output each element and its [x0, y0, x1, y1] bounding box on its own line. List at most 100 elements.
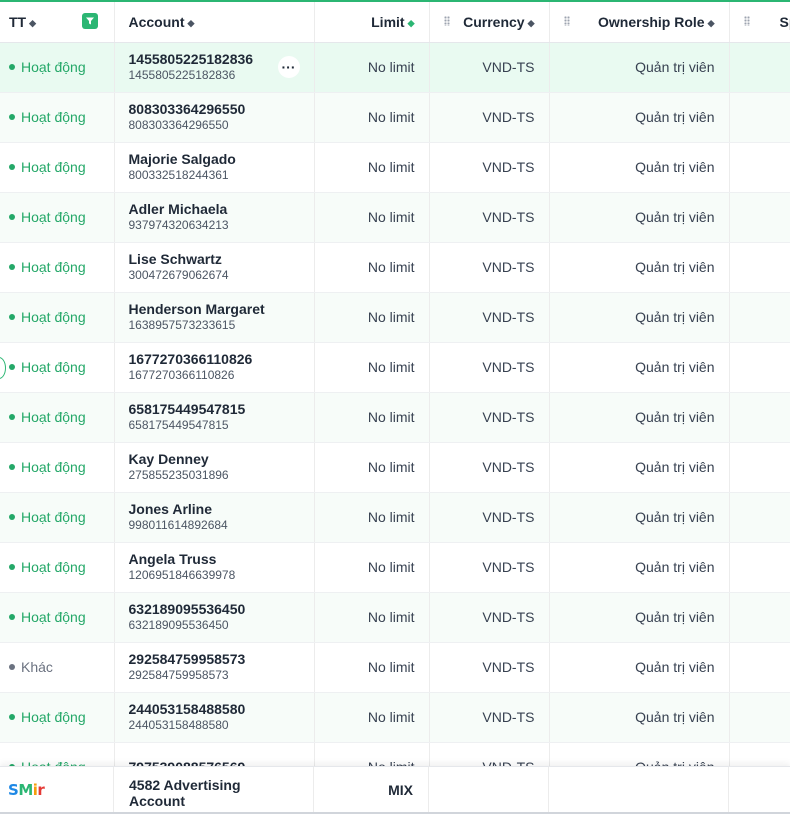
account-cell[interactable]: Angela Truss 1206951846639978	[114, 542, 315, 593]
column-header-limit[interactable]: Limit ◆	[314, 2, 430, 43]
ownership-role-cell: Quản trị viên	[549, 192, 730, 243]
column-header-currency[interactable]: Currency ◆	[429, 2, 550, 43]
account-cell[interactable]: Kay Denney 275855235031896	[114, 442, 315, 493]
sort-icon[interactable]: ◆	[528, 18, 535, 28]
account-cell[interactable]: 244053158488580 244053158488580	[114, 692, 315, 743]
account-cell[interactable]: 632189095536450 632189095536450	[114, 592, 315, 643]
limit-cell: No limit	[314, 142, 430, 193]
table-row[interactable]: Hoạt động Adler Michaela 937974320634213 No…	[0, 192, 790, 243]
column-header-spend-label: Sp	[779, 13, 790, 30]
status-dot-icon	[9, 164, 15, 170]
status-label: Hoạt động	[21, 709, 86, 725]
status-cell: Hoạt động	[0, 442, 115, 493]
ownership-role-cell: Quản trị viên	[549, 492, 730, 543]
account-cell[interactable]: Adler Michaela 937974320634213	[114, 192, 315, 243]
account-cell[interactable]: 808303364296550 808303364296550	[114, 92, 315, 143]
table-header: TT ◆ Account ◆ Limit ◆ Currency ◆ Ownership …	[0, 2, 790, 43]
ownership-role-cell: Quản trị viên	[549, 542, 730, 593]
status-dot-icon	[9, 364, 15, 370]
sort-icon[interactable]: ◆	[188, 18, 195, 28]
account-name[interactable]: 632189095536450	[129, 601, 300, 618]
filter-icon[interactable]	[81, 13, 98, 29]
status-cell: Hoạt động	[0, 692, 115, 743]
account-cell[interactable]: Majorie Salgado 800332518244361	[114, 142, 315, 193]
column-header-spend[interactable]: Sp	[729, 2, 790, 43]
account-name[interactable]: 244053158488580	[129, 701, 300, 718]
account-name[interactable]: Kay Denney	[129, 451, 300, 468]
status-cell: Hoạt động	[0, 42, 115, 93]
table-row[interactable]: Hoạt động 1455805225182836 145580522518283…	[0, 42, 790, 93]
account-name[interactable]: 292584759958573	[129, 651, 300, 668]
status-dot-icon	[9, 114, 15, 120]
status-dot-icon	[9, 64, 15, 70]
footer-account-summary: 4582 Advertising Account	[114, 767, 314, 813]
sort-icon[interactable]: ◆	[29, 18, 36, 28]
account-cell[interactable]: Lise Schwartz 300472679062674	[114, 242, 315, 293]
column-header-limit-label: Limit	[371, 13, 405, 30]
currency-cell: VND-TS	[429, 242, 550, 293]
table-row[interactable]: Hoạt động 658175449547815 658175449547815 N…	[0, 392, 790, 443]
column-header-ownership-role[interactable]: Ownership Role ◆	[549, 2, 730, 43]
sort-icon[interactable]: ◆	[408, 18, 415, 28]
account-cell[interactable]: 1455805225182836 1455805225182836 ···	[114, 42, 315, 93]
account-name[interactable]: 808303364296550	[129, 101, 300, 118]
spend-cell	[729, 492, 790, 543]
table-row[interactable]: Hoạt động Henderson Margaret 1638957573233…	[0, 292, 790, 343]
account-name[interactable]: 658175449547815	[129, 401, 300, 418]
currency-cell: VND-TS	[429, 442, 550, 493]
status-label: Hoạt động	[21, 359, 86, 375]
table-row[interactable]: Hoạt động 244053158488580 244053158488580 N…	[0, 692, 790, 743]
status-label: Hoạt động	[21, 459, 86, 475]
column-header-account[interactable]: Account ◆	[114, 2, 326, 43]
account-cell[interactable]: Henderson Margaret 1638957573233615	[114, 292, 315, 343]
table-row[interactable]: Hoạt động Kay Denney 275855235031896 No lim…	[0, 442, 790, 493]
status-dot-icon	[9, 514, 15, 520]
account-name[interactable]: Adler Michaela	[129, 201, 300, 218]
accounts-table: TT ◆ Account ◆ Limit ◆ Currency ◆ Ownership …	[0, 2, 790, 793]
account-name[interactable]: 1677270366110826	[129, 351, 300, 368]
ownership-role-cell: Quản trị viên	[549, 42, 730, 93]
limit-cell: No limit	[314, 592, 430, 643]
status-cell: Hoạt động	[0, 542, 115, 593]
spend-cell	[729, 342, 790, 393]
account-cell[interactable]: 658175449547815 658175449547815	[114, 392, 315, 443]
ownership-role-cell: Quản trị viên	[549, 642, 730, 693]
footer-ownership-cell	[549, 767, 729, 813]
status-label: Khác	[21, 659, 53, 675]
account-cell[interactable]: Jones Arline 998011614892684	[114, 492, 315, 543]
currency-cell: VND-TS	[429, 342, 550, 393]
table-row[interactable]: Hoạt động Angela Truss 1206951846639978 No …	[0, 542, 790, 593]
spend-cell	[729, 542, 790, 593]
account-id: 244053158488580	[128, 718, 229, 732]
sort-icon[interactable]: ◆	[708, 18, 715, 28]
table-row[interactable]: Hoạt động 1677270366110826 167727036611082…	[0, 342, 790, 393]
ownership-role-cell: Quản trị viên	[549, 442, 730, 493]
account-cell[interactable]: 292584759958573 292584759958573	[114, 642, 315, 693]
limit-cell: No limit	[314, 242, 430, 293]
ownership-role-cell: Quản trị viên	[549, 392, 730, 443]
column-header-tt[interactable]: TT ◆	[0, 2, 115, 43]
column-header-currency-label: Currency	[463, 13, 525, 30]
account-name[interactable]: Henderson Margaret	[129, 301, 300, 318]
drag-handle-icon[interactable]	[743, 16, 750, 26]
table-row[interactable]: Khác 292584759958573 292584759958573 No lim…	[0, 642, 790, 693]
drag-handle-icon[interactable]	[443, 16, 450, 26]
account-cell[interactable]: 1677270366110826 1677270366110826	[114, 342, 315, 393]
table-row[interactable]: Hoạt động 808303364296550 808303364296550 N…	[0, 92, 790, 143]
account-name[interactable]: Jones Arline	[129, 501, 300, 518]
account-name[interactable]: 1455805225182836	[129, 51, 300, 68]
spend-cell	[729, 92, 790, 143]
account-name[interactable]: Majorie Salgado	[129, 151, 300, 168]
table-row[interactable]: Hoạt động Majorie Salgado 800332518244361 N…	[0, 142, 790, 193]
table-row[interactable]: Hoạt động Lise Schwartz 300472679062674 No …	[0, 242, 790, 293]
column-header-account-label: Account	[128, 13, 185, 30]
more-options-icon[interactable]: ···	[277, 55, 300, 78]
table-row[interactable]: Hoạt động 632189095536450 632189095536450 N…	[0, 592, 790, 643]
account-name[interactable]: Angela Truss	[129, 551, 300, 568]
table-row[interactable]: Hoạt động Jones Arline 998011614892684 No l…	[0, 492, 790, 543]
ownership-role-cell: Quản trị viên	[549, 142, 730, 193]
account-id: 1638957573233615	[128, 318, 236, 332]
drag-handle-icon[interactable]	[563, 16, 570, 26]
status-dot-icon	[9, 664, 15, 670]
account-name[interactable]: Lise Schwartz	[129, 251, 300, 268]
